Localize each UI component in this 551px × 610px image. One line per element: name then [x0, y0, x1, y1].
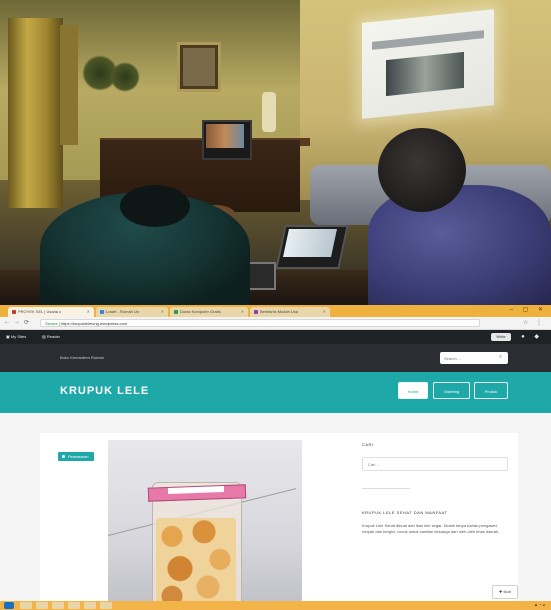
- photo-tv-screen: [206, 124, 244, 148]
- taskbar-app-icon[interactable]: [68, 602, 80, 609]
- taskbar-app-icon[interactable]: [52, 602, 64, 609]
- favicon-icon: [100, 309, 104, 314]
- site-top-bar: Buku Kemantren Rumah ⌕: [0, 344, 551, 372]
- write-button[interactable]: Write: [491, 333, 511, 341]
- search-icon[interactable]: ⌕: [499, 354, 502, 361]
- tab-label: Dunia Komputer Gratis: [180, 309, 221, 314]
- photo-plant: [110, 62, 140, 92]
- follow-button[interactable]: ✚ Ikuti: [492, 585, 518, 599]
- taskbar-app-icon[interactable]: [20, 602, 32, 609]
- sidebar-search-title: CARI: [362, 442, 374, 447]
- taskbar-app-icon[interactable]: [84, 602, 96, 609]
- nav-home[interactable]: Home: [398, 382, 428, 399]
- tab-label: Lowie - Rumah Un: [106, 309, 140, 314]
- photo-curtain: [8, 18, 63, 208]
- product-image[interactable]: [108, 440, 302, 610]
- os-taskbar: ▲ ◔ ◕: [0, 601, 551, 610]
- reload-icon[interactable]: ⟳: [24, 319, 29, 326]
- address-bar: ← → ⟳ Secure | https://krupuklelelung.wo…: [0, 317, 551, 330]
- top-bar-link[interactable]: Buku Kemantren Rumah: [60, 355, 104, 360]
- sidebar-about-text: Krupuk Lele Sehat dibuat dari ikan lele …: [362, 523, 500, 534]
- secure-indicator: Secure: [45, 321, 58, 326]
- category-badge[interactable]: Pemasaran: [58, 452, 95, 461]
- system-tray[interactable]: ▲ ◔ ◕: [534, 602, 545, 607]
- favicon-icon: [254, 309, 258, 314]
- photo-person-left-hair: [120, 185, 190, 227]
- photo-lamp: [262, 92, 276, 132]
- star-icon[interactable]: ☆ ⋮: [523, 319, 545, 326]
- search-input[interactable]: [440, 352, 508, 364]
- site-header: KRUPUK LELE Home Ordering Produk: [0, 372, 551, 413]
- browser-tab[interactable]: PROYEK SEL | Usaha c ✕: [8, 307, 94, 317]
- window-controls[interactable]: – ▢ ✕: [510, 306, 547, 313]
- browser-window: PROYEK SEL | Usaha c ✕ Lowie - Rumah Un ✕ …: [0, 305, 551, 610]
- favicon-icon: [174, 309, 178, 314]
- photo-person-right-head: [378, 128, 466, 212]
- chips-content: [156, 518, 236, 610]
- close-icon[interactable]: ✕: [241, 307, 244, 317]
- browser-tab[interactable]: Dunia Komputer Gratis ✕: [170, 307, 248, 317]
- back-icon[interactable]: ←: [4, 319, 10, 325]
- photo-wall-frame-picture: [183, 48, 215, 86]
- wp-admin-bar: ▣ My Sites ▤ Reader Write ● ◆: [0, 330, 551, 344]
- close-icon[interactable]: ✕: [87, 307, 90, 317]
- sidebar-search-input[interactable]: [362, 457, 508, 471]
- url-text: https://krupuklelelung.wordpress.com: [60, 321, 127, 326]
- tab-label: Berbisnis Mudah Usa: [260, 309, 299, 314]
- forward-icon[interactable]: →: [14, 319, 20, 325]
- tag-icon: [62, 455, 65, 459]
- sidebar-about-title: KRUPUK LELE SEHAT DAN MANFAAT: [362, 510, 448, 515]
- taskbar-app-icon[interactable]: [100, 602, 112, 609]
- photo-laptop-screen: [283, 229, 337, 257]
- room-photo: [0, 0, 551, 305]
- tab-label: PROYEK SEL | Usaha c: [18, 309, 62, 314]
- browser-tab-bar: PROYEK SEL | Usaha c ✕ Lowie - Rumah Un ✕ …: [0, 305, 551, 317]
- nav-ordering[interactable]: Ordering: [433, 382, 470, 399]
- photo-curtain-fold: [60, 25, 78, 145]
- divider: [362, 488, 410, 489]
- taskbar-app-icon[interactable]: [36, 602, 48, 609]
- close-icon[interactable]: ✕: [161, 307, 164, 317]
- favicon-icon: [12, 309, 16, 314]
- nav-produk[interactable]: Produk: [474, 382, 508, 399]
- wp-reader[interactable]: ▤ Reader: [42, 330, 60, 344]
- start-icon[interactable]: [4, 602, 14, 609]
- browser-tab[interactable]: Berbisnis Mudah Usa ✕: [250, 307, 330, 317]
- browser-tab[interactable]: Lowie - Rumah Un ✕: [96, 307, 168, 317]
- site-title[interactable]: KRUPUK LELE: [60, 385, 149, 397]
- close-icon[interactable]: ✕: [323, 307, 326, 317]
- profile-icon[interactable]: ● ◆: [521, 330, 543, 344]
- wp-mysites[interactable]: ▣ My Sites: [6, 330, 26, 344]
- url-input[interactable]: Secure | https://krupuklelelung.wordpres…: [40, 319, 480, 327]
